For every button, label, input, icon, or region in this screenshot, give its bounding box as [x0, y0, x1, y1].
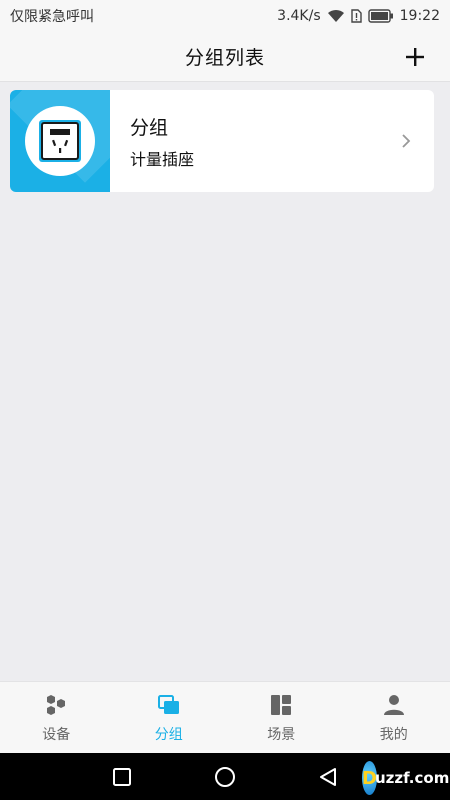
header: 分组列表: [0, 32, 450, 82]
back-button[interactable]: [314, 763, 342, 791]
square-icon: [112, 767, 131, 786]
group-list-item[interactable]: 分组 计量插座: [10, 90, 434, 192]
status-icons: 3.4K/s 19:22: [277, 8, 440, 24]
smart-socket-icon: [39, 120, 81, 162]
chevron-right-icon: [396, 131, 416, 151]
clock: 19:22: [399, 8, 440, 24]
battery-icon: [367, 9, 394, 23]
watermark-text: uzzf.com: [374, 769, 450, 787]
scenes-icon: [271, 695, 292, 715]
group-thumbnail: [10, 90, 110, 192]
tab-label: 我的: [379, 727, 408, 743]
tab-profile[interactable]: 我的: [338, 682, 450, 753]
tab-label: 场景: [267, 727, 296, 743]
recent-apps-button[interactable]: [108, 763, 136, 791]
group-name: 分组: [130, 116, 169, 139]
devices-icon: [47, 695, 66, 715]
sim-alert-icon: [350, 9, 362, 23]
carrier-text: 仅限紧急呼叫: [10, 9, 94, 25]
tab-groups[interactable]: 分组: [113, 682, 226, 753]
back-triangle-icon: [320, 767, 337, 786]
tab-scenes[interactable]: 场景: [225, 682, 338, 753]
profile-icon: [383, 695, 404, 715]
home-button[interactable]: [211, 763, 239, 791]
wifi-icon: [327, 9, 345, 23]
plus-icon: [406, 48, 424, 66]
watermark-logo: D uzzf.com: [362, 758, 450, 798]
tab-label: 分组: [154, 727, 183, 743]
network-speed: 3.4K/s: [277, 8, 321, 24]
tab-devices[interactable]: 设备: [0, 682, 113, 753]
status-bar: 仅限紧急呼叫 3.4K/s 19:22: [0, 0, 450, 32]
bottom-tab-bar: 设备 分组 场景 我的: [0, 681, 450, 753]
add-group-button[interactable]: [402, 44, 428, 70]
group-device: 计量插座: [130, 149, 195, 169]
circle-icon: [214, 766, 235, 787]
tab-label: 设备: [42, 727, 71, 743]
page-title: 分组列表: [184, 47, 265, 69]
groups-icon: [157, 695, 179, 714]
